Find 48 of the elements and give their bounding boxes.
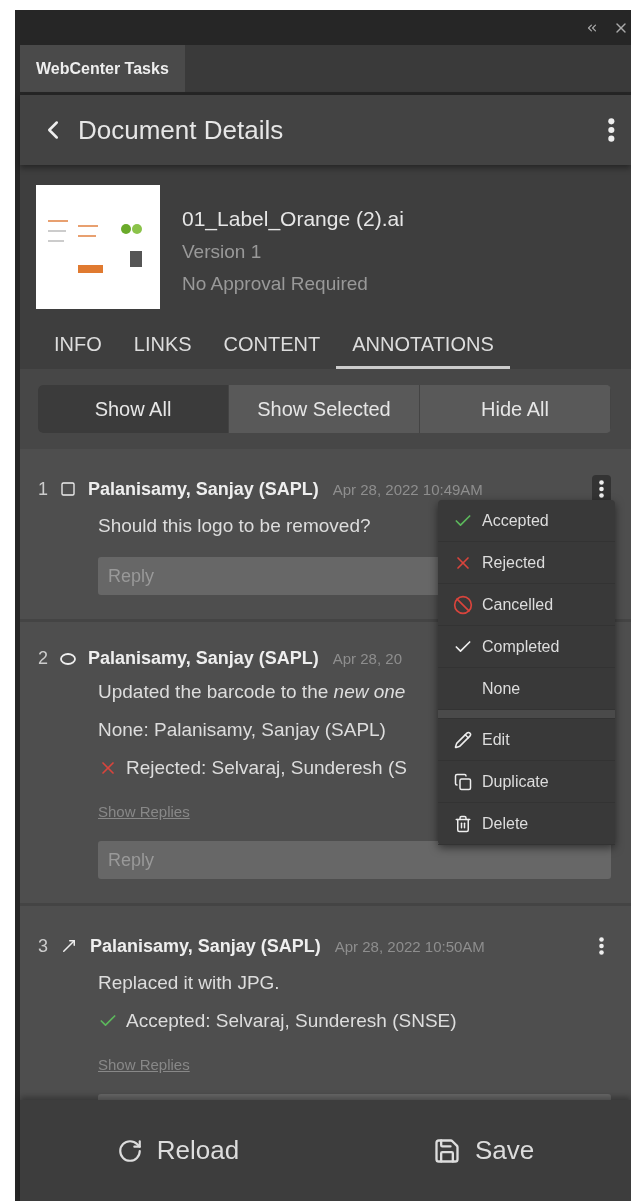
vertical-dots-icon [599, 937, 604, 955]
annotation-number: 2 [38, 648, 49, 669]
annotation-text: Should this logo to be removed? [98, 515, 371, 537]
status-text: Accepted: Selvaraj, Sunderesh (SNSE) [126, 1010, 457, 1032]
tab[interactable]: CONTENT [207, 325, 337, 369]
document-version: Version 1 [182, 241, 263, 263]
timestamp: Apr 28, 2022 10:50AM [334, 937, 486, 955]
tab[interactable]: LINKS [117, 325, 208, 369]
arrow-icon [60, 937, 78, 955]
tab[interactable]: INFO [38, 325, 118, 369]
annotation-number: 3 [38, 935, 49, 957]
trash-icon [454, 814, 472, 833]
copy-icon [454, 772, 472, 791]
status-text: Rejected: Selvaraj, Sunderesh (S [126, 757, 407, 779]
prohibited-icon [453, 594, 473, 615]
annotation-number: 1 [38, 478, 49, 500]
filter-button[interactable]: Hide All [420, 385, 611, 433]
menu-item[interactable]: Duplicate [438, 761, 615, 803]
vertical-dots-icon [608, 118, 615, 142]
annotation-text: Updated the barcode to the new one [98, 681, 406, 703]
status-text: None: Palanisamy, Sanjay (SAPL) [98, 719, 386, 741]
reload-button[interactable]: Reload [110, 1134, 246, 1167]
timestamp: Apr 28, 2022 10:49AM [332, 480, 484, 498]
menu-item[interactable]: Completed [438, 626, 615, 668]
save-button[interactable]: Save [426, 1134, 541, 1167]
author-name: Palanisamy, Sanjay (SAPL) [88, 478, 319, 500]
filter-button[interactable]: Show Selected [229, 385, 420, 433]
vertical-dots-icon [599, 480, 604, 498]
document-name: 01_Label_Orange (2).ai [182, 207, 404, 231]
timestamp: Apr 28, 20 [332, 650, 403, 667]
page-title: Document Details [78, 114, 285, 146]
author-name: Palanisamy, Sanjay (SAPL) [90, 935, 321, 957]
menu-item[interactable]: Delete [438, 803, 615, 845]
ellipse-icon [60, 652, 76, 665]
approval-status: No Approval Required [182, 273, 369, 295]
author-name: Palanisamy, Sanjay (SAPL) [88, 648, 319, 669]
menu-item[interactable]: Edit [438, 719, 615, 761]
pencil-icon [454, 730, 472, 749]
menu-item[interactable]: Accepted [438, 500, 615, 542]
more-menu-button[interactable] [592, 475, 611, 503]
menu-item[interactable]: Cancelled [438, 584, 615, 626]
annotation-text: Replaced it with JPG. [98, 972, 280, 994]
reload-icon [116, 1137, 143, 1164]
panel-tab[interactable]: WebCenter Tasks [20, 45, 185, 92]
filter-button[interactable]: Show All [38, 385, 229, 433]
more-menu-button[interactable] [608, 118, 615, 142]
menu-item[interactable]: Rejected [438, 542, 615, 584]
square-icon [60, 481, 76, 497]
